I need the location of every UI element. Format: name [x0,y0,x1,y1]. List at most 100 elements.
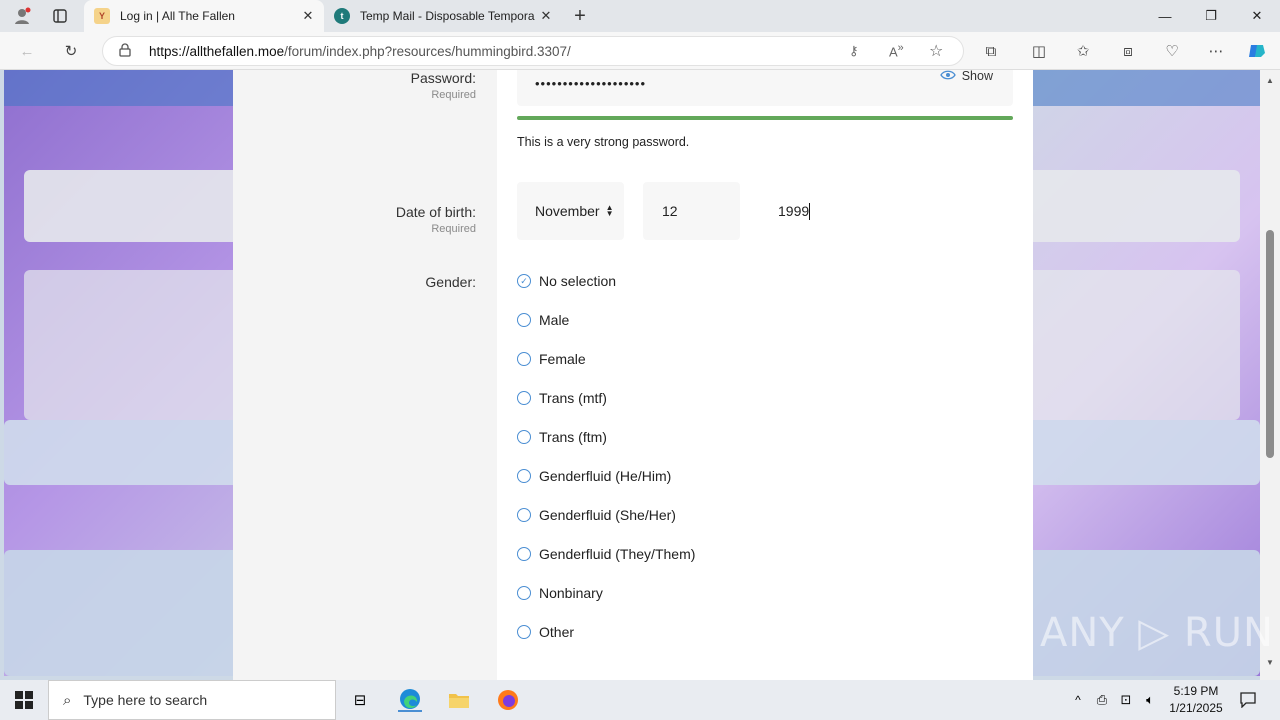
url-host: https://allthefallen.moe [149,44,285,59]
windows-start-icon[interactable] [12,688,36,712]
gender-option-nonbinary[interactable]: Nonbinary [517,585,603,601]
url-path: /forum/index.php?resources/hummingbird.3… [284,44,571,59]
volume-icon[interactable]: 🔈︎ [1138,688,1162,712]
system-clock[interactable]: 5:19 PM 1/21/2025 [1166,683,1226,717]
profile-icon[interactable] [8,4,36,28]
password-label: Password: [410,70,476,86]
close-window-icon[interactable]: ✕ [1234,0,1280,32]
task-view-icon[interactable]: ⊟ [348,688,372,712]
gender-option-genderfluid-she[interactable]: Genderfluid (She/Her) [517,507,676,523]
taskbar-search-box[interactable]: ⌕ Type here to search [48,680,336,720]
temp-mail-favicon-icon: t [334,8,350,24]
gender-option-label: Female [539,351,586,367]
more-menu-icon[interactable]: ⋯ [1203,39,1229,63]
address-bar[interactable]: https://allthefallen.moe/forum/index.php… [102,36,964,66]
firefox-icon[interactable] [496,688,520,712]
browser-essentials-icon[interactable]: ♡ [1159,39,1185,63]
gender-option-label: Other [539,624,575,640]
gender-option-trans-mtf[interactable]: Trans (mtf) [517,390,607,406]
password-required: Required [431,89,476,101]
eye-icon [939,70,956,83]
gender-option-female[interactable]: Female [517,351,586,367]
gender-option-label: Genderfluid (She/Her) [539,507,676,523]
lock-icon[interactable] [119,43,131,60]
favorites-icon[interactable]: ✩ [1070,39,1096,63]
gender-option-genderfluid-he[interactable]: Genderfluid (He/Him) [517,468,671,484]
extensions-icon[interactable]: ⧉ [978,39,1004,63]
dob-day-value: 12 [662,203,678,219]
dob-day-input[interactable]: 12 [643,182,740,240]
gender-option-label: No selection [539,273,617,289]
password-strength-meter [517,116,1013,120]
url-text: https://allthefallen.moe/forum/index.php… [149,44,571,59]
edge-taskbar-icon[interactable] [398,688,422,712]
navigation-bar: ← ↻ https://allthefallen.moe/forum/index… [0,32,1280,70]
read-aloud-icon[interactable]: A» [889,42,904,59]
anyrun-watermark: ANY ▷ RUN [1040,610,1274,656]
restore-icon[interactable]: ❐ [1188,0,1234,32]
back-icon[interactable]: ← [14,39,40,63]
tab-actions-icon[interactable] [46,4,74,28]
password-input[interactable]: •••••••••••••••••••• Show [517,70,1013,106]
atf-favicon-icon: Y [94,8,110,24]
device-icon[interactable]: ⎙ [1090,688,1114,712]
form-label-column [233,70,497,680]
close-tab-icon[interactable]: ✕ [538,8,554,24]
radio-icon [517,352,531,366]
gender-option-label: Male [539,312,570,328]
show-password-toggle[interactable]: Show [939,70,993,83]
key-icon[interactable]: ⚷ [849,43,859,59]
notifications-icon[interactable] [1236,688,1260,712]
gender-option-male[interactable]: Male [517,312,569,328]
dob-required: Required [431,223,476,235]
favorite-star-icon[interactable]: ☆ [929,41,943,61]
dob-year-input[interactable]: 1999 [760,182,860,240]
gender-option-label: Trans (mtf) [539,390,607,406]
gender-option-label: Trans (ftm) [539,429,607,445]
close-tab-icon[interactable]: ✕ [300,8,316,24]
tab-title: Log in | All The Fallen [120,9,235,23]
tab-temp-mail[interactable]: t Temp Mail - Disposable Tempora ✕ [324,0,562,32]
gender-option-trans-ftm[interactable]: Trans (ftm) [517,429,607,445]
split-screen-icon[interactable]: ◫ [1026,39,1052,63]
gender-label: Gender: [425,274,476,290]
dob-month-select[interactable]: November ▲ ▼ [517,182,624,240]
file-explorer-icon[interactable] [447,688,471,712]
clock-time: 5:19 PM [1173,684,1219,698]
radio-icon [517,547,531,561]
radio-icon [517,391,531,405]
radio-icon [517,625,531,639]
scrollbar-thumb[interactable] [1266,230,1274,458]
scroll-down-icon[interactable]: ▼ [1264,658,1276,667]
select-arrows-icon: ▲ ▼ [605,203,614,218]
copilot-icon[interactable] [1244,39,1270,63]
collections-icon[interactable]: ⧈ [1115,39,1141,63]
windows-taskbar: ⌕ Type here to search ⊟ ^ ⎙ ⊡ 🔈︎ 5:19 PM… [0,680,1280,720]
search-placeholder: Type here to search [83,692,208,708]
radio-icon [517,469,531,483]
show-label: Show [961,70,993,83]
password-strength-text: This is a very strong password. [517,135,690,149]
minimize-icon[interactable]: — [1142,0,1188,32]
dob-month-value: November [535,203,600,219]
radio-icon [517,430,531,444]
gender-option-other[interactable]: Other [517,624,574,640]
tab-log-in[interactable]: Y Log in | All The Fallen ✕ [84,0,324,32]
gender-option-label: Genderfluid (He/Him) [539,468,672,484]
new-tab-icon[interactable]: + [566,4,594,28]
scroll-up-icon[interactable]: ▲ [1264,76,1276,85]
show-hidden-icons-icon[interactable]: ^ [1066,688,1090,712]
network-icon[interactable]: ⊡ [1114,688,1138,712]
page-scrollbar[interactable]: ▲ ▼ [1260,70,1280,680]
text-caret [809,202,811,220]
radio-icon [517,313,531,327]
dob-year-value: 1999 [778,203,810,219]
tab-title: Temp Mail - Disposable Tempora [360,9,535,23]
gender-option-no-selection[interactable]: ✓ No selection [517,273,616,289]
refresh-icon[interactable]: ↻ [58,39,84,63]
radio-icon [517,508,531,522]
radio-checked-icon: ✓ [517,274,531,288]
gender-option-genderfluid-they[interactable]: Genderfluid (They/Them) [517,546,695,562]
gender-option-label: Genderfluid (They/Them) [539,546,696,562]
gender-option-label: Nonbinary [539,585,603,601]
